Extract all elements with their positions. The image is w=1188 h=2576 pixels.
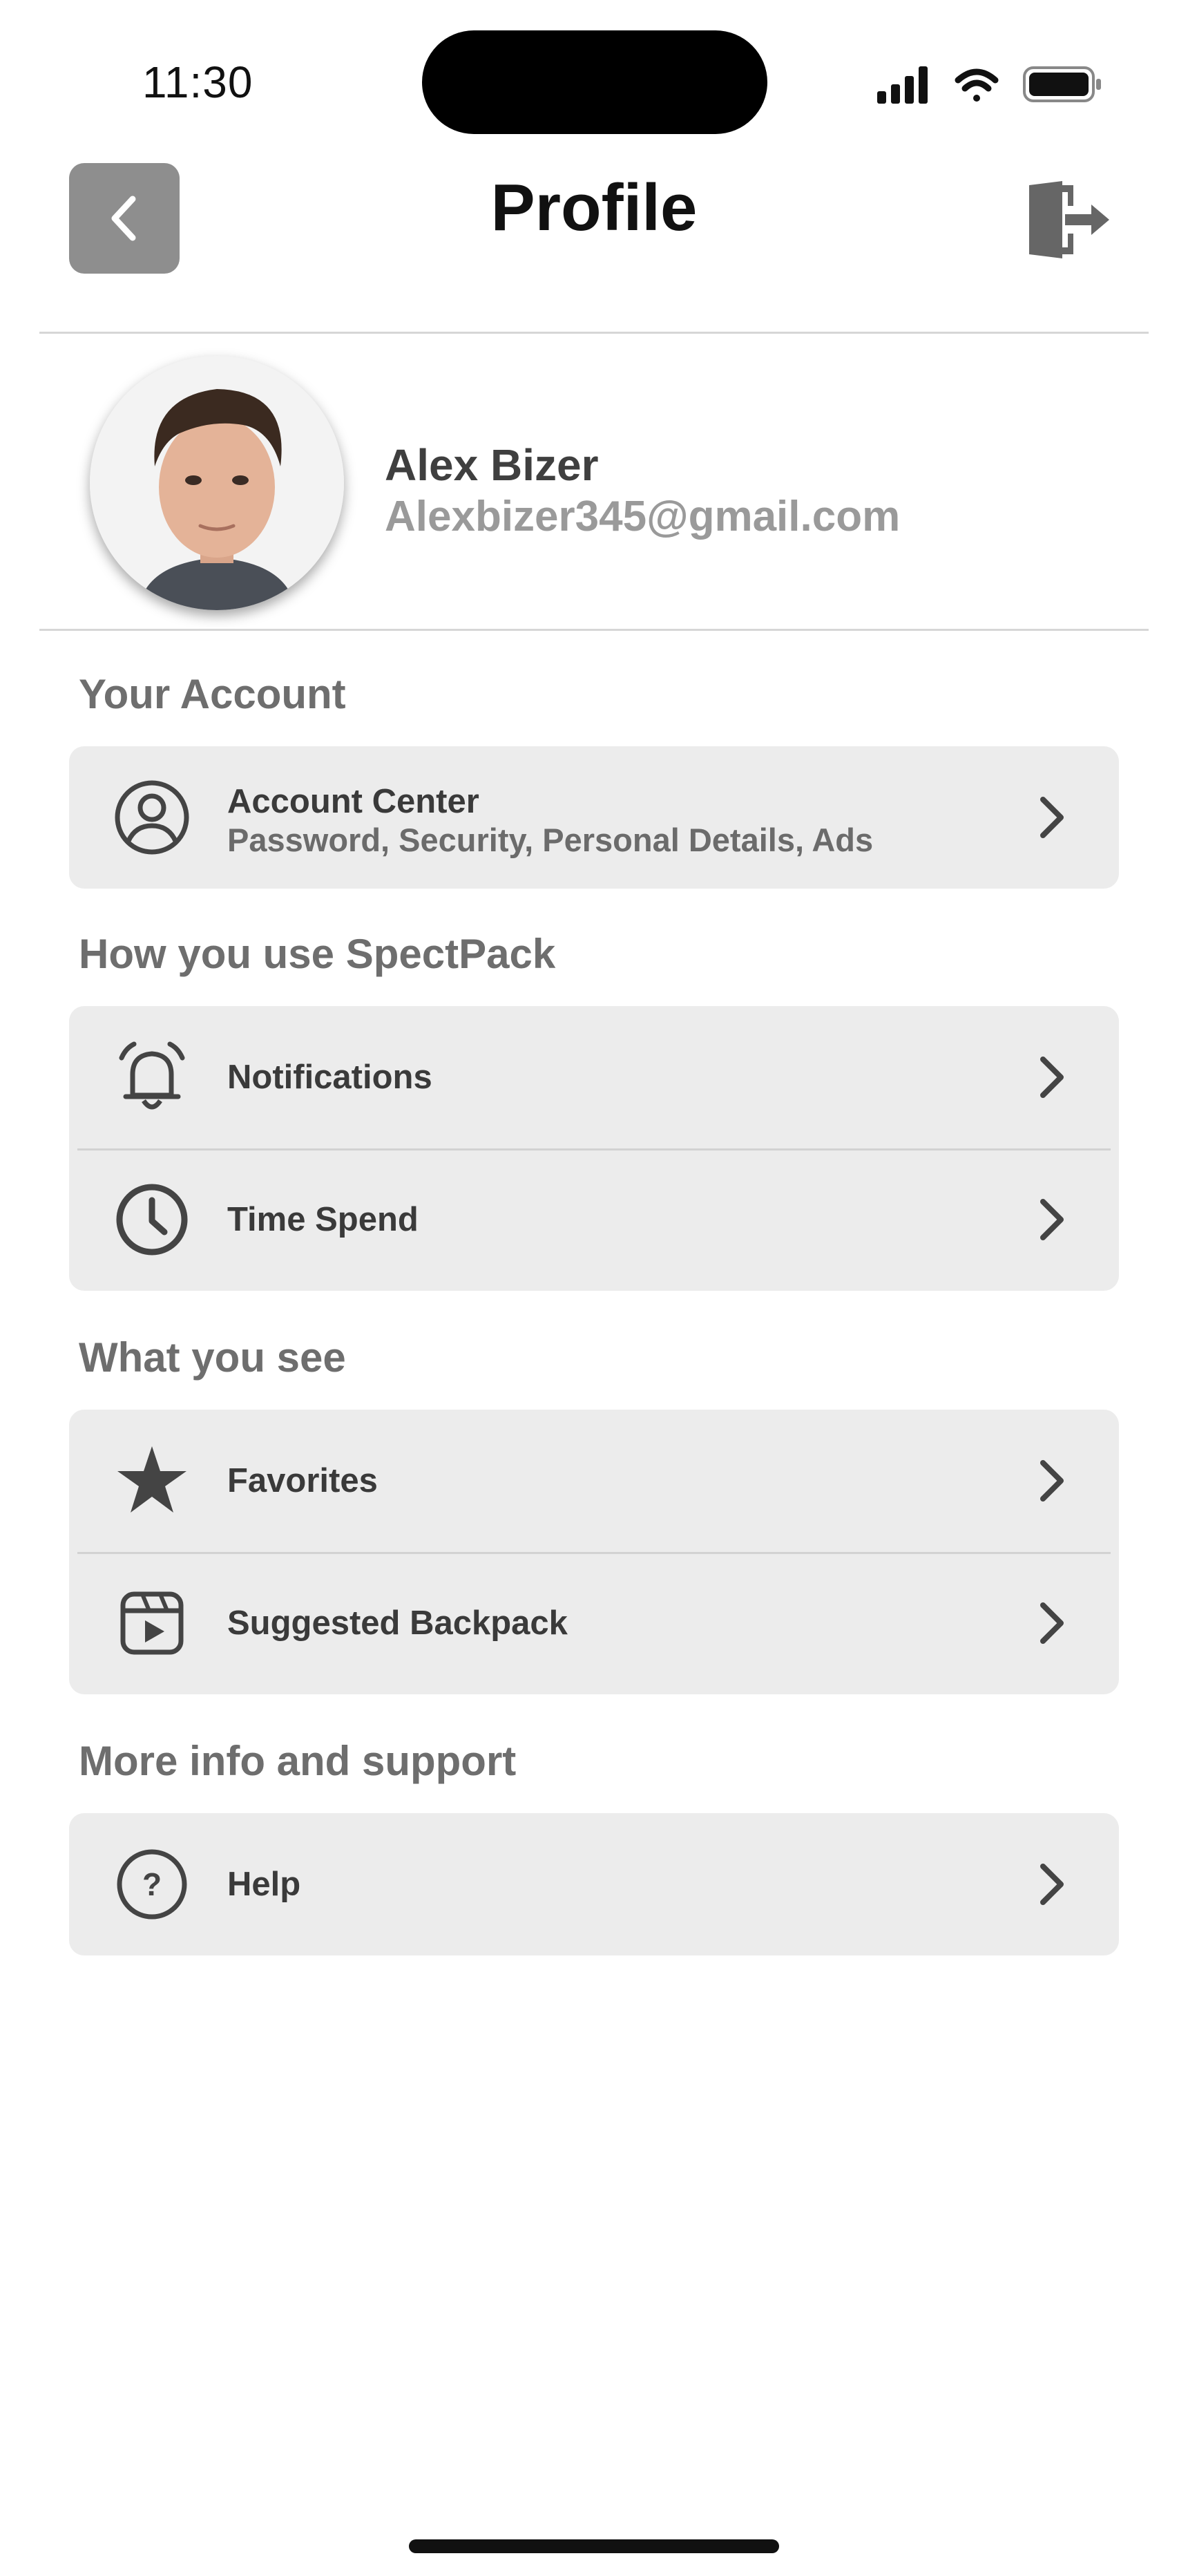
page-title: Profile	[490, 171, 698, 245]
usage-card: Notifications Time Spend	[69, 1006, 1119, 1291]
account-center-label: Account Center	[227, 783, 479, 820]
account-card: Account Center Password, Security, Perso…	[69, 746, 1119, 889]
chevron-right-icon	[1040, 1199, 1064, 1240]
video-play-icon	[112, 1583, 192, 1663]
user-name: Alex Bizer	[385, 440, 599, 490]
profile-divider	[39, 629, 1149, 631]
avatar-portrait	[90, 356, 344, 610]
account-center-item[interactable]: Account Center Password, Security, Perso…	[69, 746, 1119, 889]
logout-icon	[1029, 181, 1109, 258]
wifi-icon	[955, 68, 999, 102]
star-icon	[112, 1441, 192, 1521]
status-icons	[877, 64, 1105, 105]
logout-button[interactable]	[1022, 178, 1112, 261]
section-title-your-account: Your Account	[79, 671, 346, 717]
time-spend-item[interactable]: Time Spend	[69, 1148, 1119, 1291]
home-indicator[interactable]	[409, 2539, 779, 2553]
section-title-more-info: More info and support	[79, 1738, 517, 1784]
signal-icon	[877, 66, 928, 104]
user-email: Alexbizer345@gmail.com	[385, 493, 901, 540]
section-title-how-you-use: How you use SpectPack	[79, 931, 556, 977]
bell-icon	[112, 1037, 192, 1117]
header-divider	[39, 332, 1149, 334]
help-label: Help	[227, 1866, 301, 1903]
chevron-right-icon	[1040, 1602, 1064, 1644]
suggested-backpack-item[interactable]: Suggested Backpack	[69, 1552, 1119, 1694]
suggested-backpack-label: Suggested Backpack	[227, 1604, 568, 1642]
favorites-item[interactable]: Favorites	[69, 1410, 1119, 1552]
battery-icon	[1023, 66, 1101, 102]
user-circle-icon	[112, 777, 192, 858]
notifications-item[interactable]: Notifications	[69, 1006, 1119, 1148]
status-time: 11:30	[142, 57, 253, 107]
clock-icon	[112, 1180, 192, 1260]
account-center-sublabel: Password, Security, Personal Details, Ad…	[227, 822, 874, 858]
support-card: ? Help	[69, 1813, 1119, 1955]
section-title-what-you-see: What you see	[79, 1334, 346, 1381]
chevron-right-icon	[1040, 1864, 1064, 1905]
help-circle-icon: ?	[112, 1844, 192, 1924]
favorites-label: Favorites	[227, 1462, 378, 1499]
content-card: Favorites Suggested Backpack	[69, 1410, 1119, 1694]
notifications-label: Notifications	[227, 1059, 432, 1096]
time-spend-label: Time Spend	[227, 1201, 419, 1238]
svg-text:?: ?	[142, 1866, 162, 1902]
chevron-right-icon	[1040, 797, 1064, 838]
chevron-right-icon	[1040, 1460, 1064, 1502]
dynamic-island	[422, 30, 767, 134]
avatar	[90, 356, 344, 610]
chevron-right-icon	[1040, 1057, 1064, 1098]
help-item[interactable]: ? Help	[69, 1813, 1119, 1955]
